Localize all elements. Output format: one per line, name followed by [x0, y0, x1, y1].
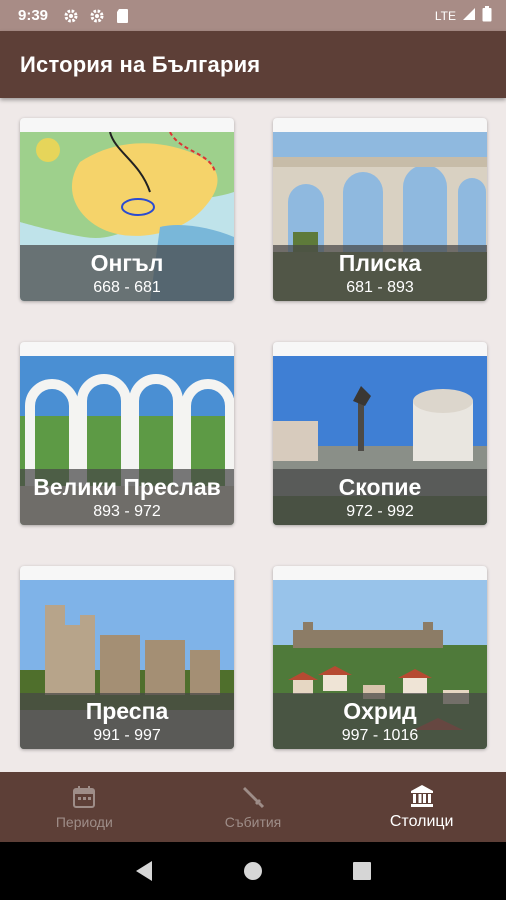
capital-name: Охрид	[343, 698, 417, 724]
status-time: 9:39	[18, 7, 49, 24]
sword-icon	[240, 784, 266, 810]
home-icon[interactable]	[241, 859, 265, 883]
capital-caption: Онгъл 668 - 681	[20, 245, 234, 301]
nav-label: Столици	[389, 813, 454, 830]
capital-caption: Плиска 681 - 893	[273, 245, 487, 301]
capital-caption: Преспа 991 - 997	[20, 693, 234, 749]
capital-name: Плиска	[338, 250, 422, 276]
calendar-icon	[71, 784, 97, 810]
capital-card-prespa[interactable]: Преспа 991 - 997	[20, 566, 234, 749]
page-title: История на България	[20, 51, 261, 77]
capital-name: Онгъл	[90, 250, 164, 276]
system-navigation-bar	[0, 842, 506, 900]
capital-card-pliska[interactable]: Плиска 681 - 893	[273, 118, 487, 301]
capital-years: 681 - 893	[346, 279, 414, 296]
capital-years: 893 - 972	[93, 503, 161, 520]
status-right: LTE	[435, 6, 492, 25]
bottom-navigation: Периоди Събития Столици	[0, 772, 506, 842]
signal-icon	[462, 7, 476, 24]
museum-icon	[409, 783, 435, 809]
nav-item-periods[interactable]: Периоди	[0, 772, 169, 842]
capital-name: Велики Преслав	[33, 474, 221, 500]
capital-years: 668 - 681	[93, 279, 161, 296]
network-type: LTE	[434, 8, 456, 23]
capital-years: 997 - 1016	[341, 727, 419, 744]
capital-years: 991 - 997	[93, 727, 161, 744]
capital-name: Преспа	[85, 698, 169, 724]
settings-icon	[88, 7, 106, 25]
sd-card-icon	[114, 7, 132, 25]
back-icon[interactable]	[132, 859, 156, 883]
settings-icon	[62, 7, 80, 25]
nav-item-events[interactable]: Събития	[169, 772, 338, 842]
nav-label: Периоди	[55, 814, 113, 830]
capital-caption: Охрид 997 - 1016	[273, 693, 487, 749]
capital-caption: Велики Преслав 893 - 972	[20, 469, 234, 525]
capitals-grid: Онгъл 668 - 681 Плиска 681 - 893 Велики …	[0, 98, 506, 772]
status-bar: 9:39 LTE	[0, 0, 506, 31]
recents-icon[interactable]	[350, 859, 374, 883]
capital-card-ohrid[interactable]: Охрид 997 - 1016	[273, 566, 487, 749]
capital-caption: Скопие 972 - 992	[273, 469, 487, 525]
capital-name: Скопие	[338, 474, 422, 500]
app-bar: История на България	[0, 31, 506, 98]
capital-years: 972 - 992	[346, 503, 414, 520]
capital-card-veliki-preslav[interactable]: Велики Преслав 893 - 972	[20, 342, 234, 525]
capital-card-ongal[interactable]: Онгъл 668 - 681	[20, 118, 234, 301]
capital-card-skopie[interactable]: Скопие 972 - 992	[273, 342, 487, 525]
nav-item-capitals[interactable]: Столици	[337, 772, 506, 842]
battery-icon	[482, 6, 492, 25]
nav-label: Събития	[224, 814, 282, 830]
